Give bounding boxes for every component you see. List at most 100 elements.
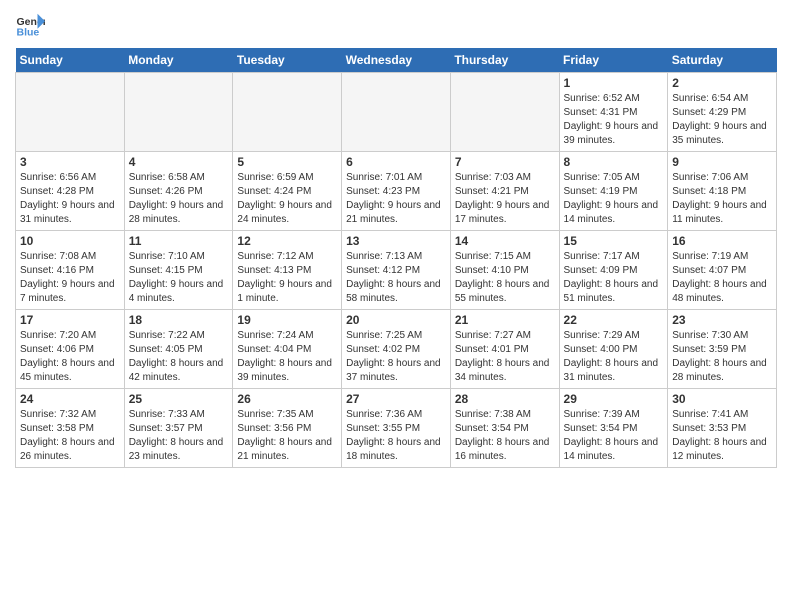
day-number: 16	[672, 234, 772, 248]
calendar-cell: 21Sunrise: 7:27 AM Sunset: 4:01 PM Dayli…	[450, 310, 559, 389]
calendar-cell: 15 Sunrise: 7:17 AM Sunset: 4:09 PM Dayli…	[559, 231, 668, 310]
day-info: Sunrise: 7:12 AM Sunset: 4:13 PM Dayligh…	[237, 250, 337, 306]
calendar-cell: 17 Sunrise: 7:20 AM Sunset: 4:06 PM Dayli…	[16, 310, 125, 389]
day-info: Sunrise: 7:25 AM Sunset: 4:02 PM Dayligh…	[346, 329, 446, 385]
calendar-cell: 18Sunrise: 7:22 AM Sunset: 4:05 PM Dayli…	[124, 310, 233, 389]
calendar-cell: 24 Sunrise: 7:32 AM Sunset: 3:58 PM Dayli…	[16, 389, 125, 468]
calendar-cell: 7 Sunrise: 7:03 AM Sunset: 4:21 PM Daylig…	[450, 152, 559, 231]
calendar-cell: 28Sunrise: 7:38 AM Sunset: 3:54 PM Dayli…	[450, 389, 559, 468]
page-container: General Blue SundayMondayTuesdayWednesda…	[0, 0, 792, 478]
day-number: 17	[20, 313, 120, 327]
day-info: Sunrise: 7:20 AM Sunset: 4:06 PM Dayligh…	[20, 329, 120, 385]
day-number: 24	[20, 392, 120, 406]
header-sunday: Sunday	[16, 48, 125, 73]
day-info: Sunrise: 7:33 AM Sunset: 3:57 PM Dayligh…	[129, 408, 229, 464]
calendar-cell: 22 Sunrise: 7:29 AM Sunset: 4:00 PM Dayli…	[559, 310, 668, 389]
day-info: Sunrise: 7:22 AM Sunset: 4:05 PM Dayligh…	[129, 329, 229, 385]
day-info: Sunrise: 7:24 AM Sunset: 4:04 PM Dayligh…	[237, 329, 337, 385]
header-friday: Friday	[559, 48, 668, 73]
day-number: 22	[564, 313, 664, 327]
calendar-cell: 13 Sunrise: 7:13 AM Sunset: 4:12 PM Dayli…	[342, 231, 451, 310]
day-info: Sunrise: 6:56 AM Sunset: 4:28 PM Dayligh…	[20, 171, 120, 227]
calendar-cell: 26 Sunrise: 7:35 AM Sunset: 3:56 PM Dayli…	[233, 389, 342, 468]
day-number: 29	[564, 392, 664, 406]
day-info: Sunrise: 7:36 AM Sunset: 3:55 PM Dayligh…	[346, 408, 446, 464]
calendar-cell: 9Sunrise: 7:06 AM Sunset: 4:18 PM Daylig…	[668, 152, 777, 231]
calendar-cell	[124, 73, 233, 152]
day-info: Sunrise: 7:10 AM Sunset: 4:15 PM Dayligh…	[129, 250, 229, 306]
day-number: 8	[564, 155, 664, 169]
header-thursday: Thursday	[450, 48, 559, 73]
day-number: 12	[237, 234, 337, 248]
calendar-cell: 3 Sunrise: 6:56 AM Sunset: 4:28 PM Daylig…	[16, 152, 125, 231]
header-monday: Monday	[124, 48, 233, 73]
day-info: Sunrise: 7:05 AM Sunset: 4:19 PM Dayligh…	[564, 171, 664, 227]
day-number: 11	[129, 234, 229, 248]
day-number: 19	[237, 313, 337, 327]
calendar-cell: 25 Sunrise: 7:33 AM Sunset: 3:57 PM Dayli…	[124, 389, 233, 468]
day-number: 3	[20, 155, 120, 169]
calendar-cell: 29 Sunrise: 7:39 AM Sunset: 3:54 PM Dayli…	[559, 389, 668, 468]
day-number: 5	[237, 155, 337, 169]
day-number: 7	[455, 155, 555, 169]
calendar-cell: 12 Sunrise: 7:12 AM Sunset: 4:13 PM Dayli…	[233, 231, 342, 310]
day-info: Sunrise: 7:17 AM Sunset: 4:09 PM Dayligh…	[564, 250, 664, 306]
day-number: 20	[346, 313, 446, 327]
day-number: 30	[672, 392, 772, 406]
day-info: Sunrise: 7:01 AM Sunset: 4:23 PM Dayligh…	[346, 171, 446, 227]
day-number: 15	[564, 234, 664, 248]
header-tuesday: Tuesday	[233, 48, 342, 73]
day-number: 1	[564, 76, 664, 90]
calendar-cell: 5 Sunrise: 6:59 AM Sunset: 4:24 PM Daylig…	[233, 152, 342, 231]
day-number: 9	[672, 155, 772, 169]
calendar-cell: 16 Sunrise: 7:19 AM Sunset: 4:07 PM Dayli…	[668, 231, 777, 310]
header-wednesday: Wednesday	[342, 48, 451, 73]
header-saturday: Saturday	[668, 48, 777, 73]
day-info: Sunrise: 7:39 AM Sunset: 3:54 PM Dayligh…	[564, 408, 664, 464]
day-number: 26	[237, 392, 337, 406]
calendar-week-4: 17 Sunrise: 7:20 AM Sunset: 4:06 PM Dayli…	[16, 310, 777, 389]
day-info: Sunrise: 7:19 AM Sunset: 4:07 PM Dayligh…	[672, 250, 772, 306]
day-info: Sunrise: 7:15 AM Sunset: 4:10 PM Dayligh…	[455, 250, 555, 306]
header: General Blue	[15, 10, 777, 40]
calendar-cell: 10Sunrise: 7:08 AM Sunset: 4:16 PM Dayli…	[16, 231, 125, 310]
day-info: Sunrise: 7:41 AM Sunset: 3:53 PM Dayligh…	[672, 408, 772, 464]
calendar-week-1: 1 Sunrise: 6:52 AM Sunset: 4:31 PM Daylig…	[16, 73, 777, 152]
calendar-week-5: 24 Sunrise: 7:32 AM Sunset: 3:58 PM Dayli…	[16, 389, 777, 468]
day-number: 2	[672, 76, 772, 90]
day-number: 13	[346, 234, 446, 248]
logo-icon: General Blue	[15, 10, 45, 40]
day-info: Sunrise: 6:54 AM Sunset: 4:29 PM Dayligh…	[672, 92, 772, 148]
day-info: Sunrise: 7:08 AM Sunset: 4:16 PM Dayligh…	[20, 250, 120, 306]
calendar-cell: 20 Sunrise: 7:25 AM Sunset: 4:02 PM Dayli…	[342, 310, 451, 389]
calendar-cell: 30 Sunrise: 7:41 AM Sunset: 3:53 PM Dayli…	[668, 389, 777, 468]
day-info: Sunrise: 7:30 AM Sunset: 3:59 PM Dayligh…	[672, 329, 772, 385]
day-info: Sunrise: 7:29 AM Sunset: 4:00 PM Dayligh…	[564, 329, 664, 385]
day-info: Sunrise: 7:38 AM Sunset: 3:54 PM Dayligh…	[455, 408, 555, 464]
day-info: Sunrise: 6:59 AM Sunset: 4:24 PM Dayligh…	[237, 171, 337, 227]
calendar-cell: 4Sunrise: 6:58 AM Sunset: 4:26 PM Daylig…	[124, 152, 233, 231]
day-number: 23	[672, 313, 772, 327]
calendar-cell: 14 Sunrise: 7:15 AM Sunset: 4:10 PM Dayli…	[450, 231, 559, 310]
calendar-cell: 23 Sunrise: 7:30 AM Sunset: 3:59 PM Dayli…	[668, 310, 777, 389]
calendar-table: SundayMondayTuesdayWednesdayThursdayFrid…	[15, 48, 777, 468]
day-number: 25	[129, 392, 229, 406]
calendar-week-2: 3 Sunrise: 6:56 AM Sunset: 4:28 PM Daylig…	[16, 152, 777, 231]
calendar-cell	[450, 73, 559, 152]
day-info: Sunrise: 7:03 AM Sunset: 4:21 PM Dayligh…	[455, 171, 555, 227]
calendar-cell: 2 Sunrise: 6:54 AM Sunset: 4:29 PM Daylig…	[668, 73, 777, 152]
calendar-header-row: SundayMondayTuesdayWednesdayThursdayFrid…	[16, 48, 777, 73]
day-info: Sunrise: 7:35 AM Sunset: 3:56 PM Dayligh…	[237, 408, 337, 464]
day-number: 4	[129, 155, 229, 169]
day-number: 27	[346, 392, 446, 406]
calendar-cell	[233, 73, 342, 152]
day-number: 21	[455, 313, 555, 327]
calendar-cell	[342, 73, 451, 152]
day-info: Sunrise: 6:52 AM Sunset: 4:31 PM Dayligh…	[564, 92, 664, 148]
calendar-cell	[16, 73, 125, 152]
logo: General Blue	[15, 10, 49, 40]
day-number: 6	[346, 155, 446, 169]
day-info: Sunrise: 7:13 AM Sunset: 4:12 PM Dayligh…	[346, 250, 446, 306]
day-number: 14	[455, 234, 555, 248]
day-info: Sunrise: 7:32 AM Sunset: 3:58 PM Dayligh…	[20, 408, 120, 464]
